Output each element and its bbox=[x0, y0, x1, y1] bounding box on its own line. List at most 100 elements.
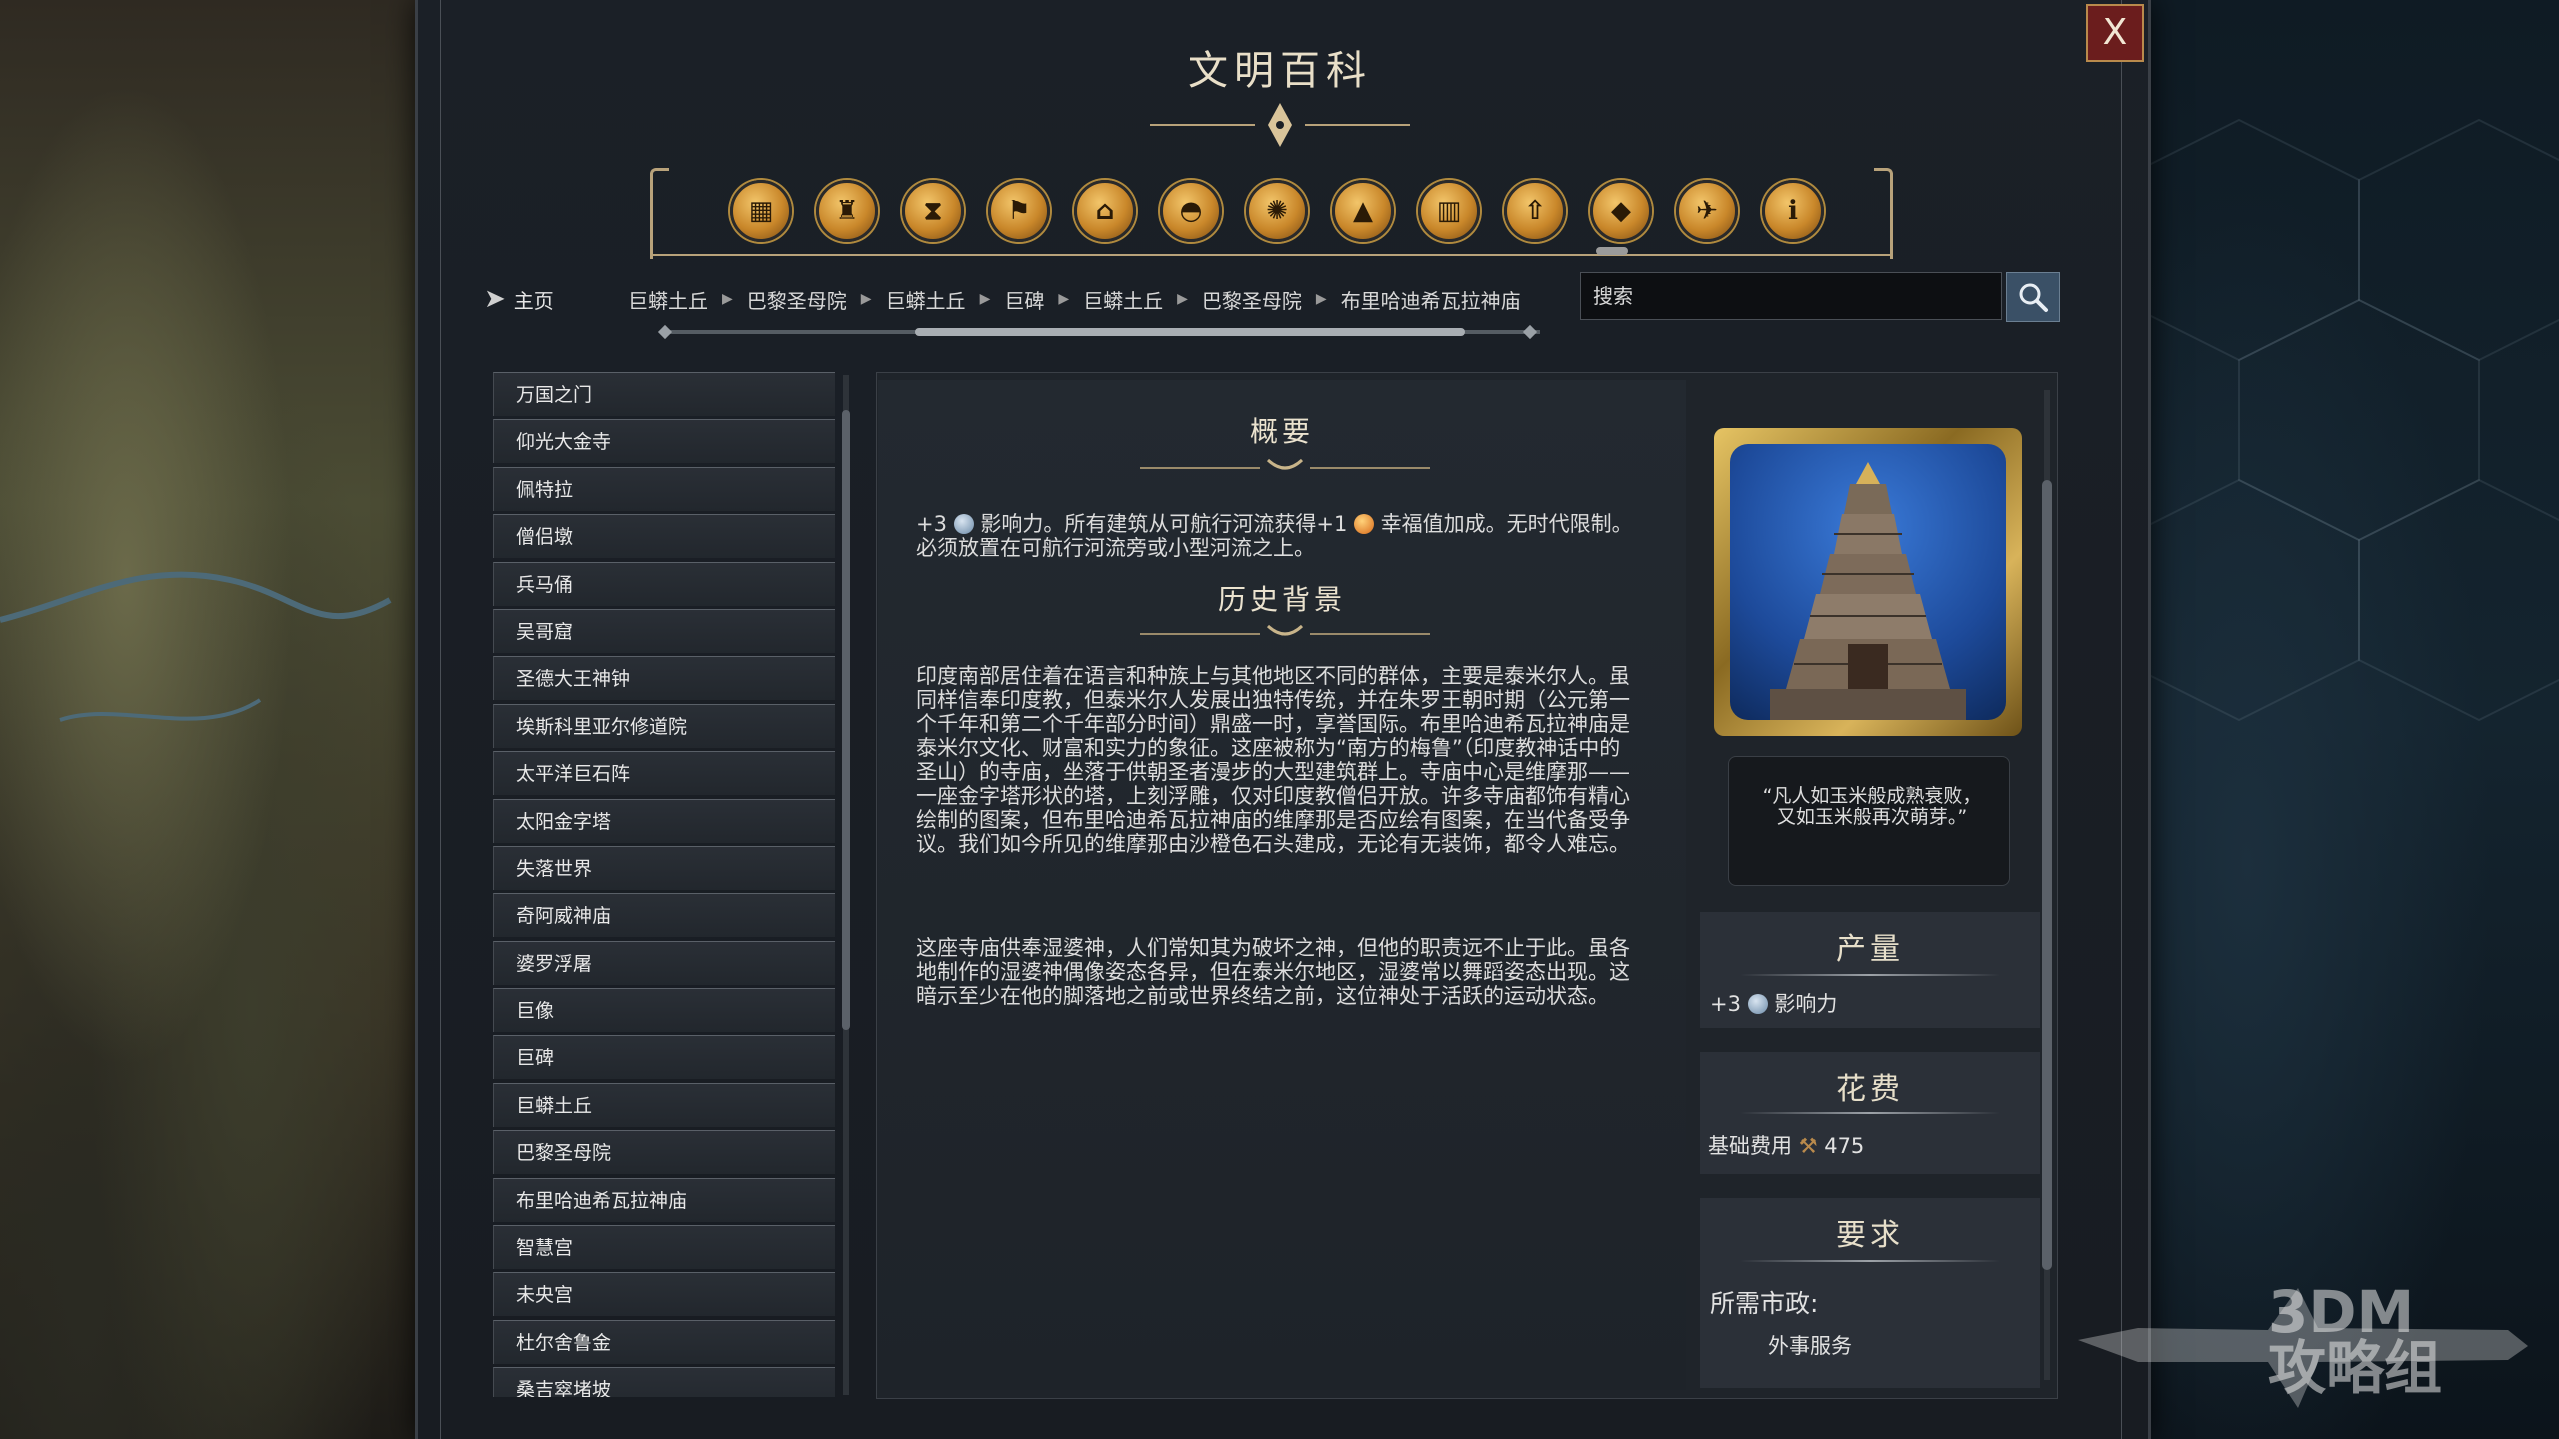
dome-icon[interactable]: ◓ bbox=[1160, 180, 1222, 242]
close-button[interactable]: X bbox=[2086, 4, 2144, 62]
list-item[interactable]: 杜尔舍鲁金 bbox=[493, 1319, 835, 1364]
list-item[interactable]: 布里哈迪希瓦拉神庙 bbox=[493, 1177, 835, 1222]
breadcrumb-item[interactable]: 巨蟒土丘 bbox=[886, 285, 966, 314]
history-title: 历史背景 bbox=[1217, 583, 1346, 616]
list-item[interactable]: 桑吉窣堵坡 bbox=[493, 1367, 835, 1397]
history-paragraph-2: 这座寺庙供奉湿婆神，人们常知其为破坏之神，但他的职责远不止于此。虽各地制作的湿婆… bbox=[916, 936, 1630, 1008]
category-glyph: ✈ bbox=[1696, 196, 1718, 226]
list-item[interactable]: 巨蟒土丘 bbox=[493, 1082, 835, 1127]
great-works-icon[interactable]: ◆ bbox=[1590, 180, 1652, 242]
cost-label: 基础费用 bbox=[1708, 1134, 1792, 1158]
overview-text: +3 影响力。所有建筑从可航行河流获得+1 幸福值加成。无时代限制。必须放置在可… bbox=[916, 512, 1638, 560]
breadcrumb-separator-icon: ▶ bbox=[979, 291, 991, 307]
category-glyph: ▥ bbox=[1436, 196, 1462, 226]
home-label: 主页 bbox=[513, 288, 554, 313]
list-item[interactable]: 巨像 bbox=[493, 988, 835, 1033]
back-arrow-icon: ➤ bbox=[484, 284, 506, 314]
cost-block: 花费 基础费用 ⚒ 475 bbox=[1700, 1052, 2040, 1174]
list-item[interactable]: 未央宫 bbox=[493, 1272, 835, 1317]
category-glyph: ◓ bbox=[1179, 196, 1203, 226]
category-glyph: ▦ bbox=[748, 196, 774, 226]
requirements-label: 所需市政: bbox=[1710, 1289, 1819, 1318]
overview-prefix: +3 bbox=[916, 512, 947, 536]
production-value: +3 bbox=[1710, 992, 1741, 1016]
production-title: 产量 bbox=[1836, 932, 1904, 967]
list-item[interactable]: 仰光大金寺 bbox=[493, 419, 835, 464]
category-glyph: ⧗ bbox=[923, 195, 943, 226]
list-item[interactable]: 僧侣墩 bbox=[493, 514, 835, 559]
upgrade-arrow-icon[interactable]: ⇧ bbox=[1504, 180, 1566, 242]
cost-title: 花费 bbox=[1836, 1072, 1904, 1107]
hourglass-icon[interactable]: ⧗ bbox=[902, 180, 964, 242]
breadcrumb-scrollbar[interactable] bbox=[915, 328, 1465, 336]
breadcrumb-separator-icon: ▶ bbox=[1058, 291, 1070, 307]
breadcrumb-item[interactable]: 巨蟒土丘 bbox=[628, 285, 708, 314]
requirements-title: 要求 bbox=[1836, 1218, 1904, 1253]
breadcrumb-item[interactable]: 巴黎圣母院 bbox=[747, 285, 847, 314]
category-glyph: ⌂ bbox=[1095, 196, 1115, 226]
category-glyph: ✺ bbox=[1266, 196, 1288, 226]
list-item[interactable]: 奇阿威神庙 bbox=[493, 893, 835, 938]
requirements-value: 外事服务 bbox=[1768, 1334, 1852, 1358]
production-block: 产量 +3 影响力 bbox=[1700, 912, 2040, 1028]
list-item[interactable]: 佩特拉 bbox=[493, 466, 835, 511]
wonder-quote: “凡人如玉米般成熟衰败，又如玉米般再次萌芽。” bbox=[1762, 785, 1982, 828]
title-ornament bbox=[1150, 103, 1410, 147]
overview-title: 概要 bbox=[1249, 415, 1314, 448]
home-link[interactable]: ➤ 主页 bbox=[484, 284, 554, 314]
category-glyph: ♜ bbox=[835, 196, 859, 226]
breadcrumb-item[interactable]: 布里哈迪希瓦拉神庙 bbox=[1341, 285, 1521, 314]
requirements-divider bbox=[1740, 1260, 2000, 1262]
production-divider bbox=[1740, 974, 2000, 976]
breadcrumb-separator-icon: ▶ bbox=[1315, 291, 1327, 307]
list-scrollbar[interactable] bbox=[842, 410, 850, 1030]
breadcrumb-item[interactable]: 巨碑 bbox=[1004, 285, 1044, 314]
list-item[interactable]: 埃斯科里亚尔修道院 bbox=[493, 703, 835, 748]
overview-text-part1: 影响力。所有建筑从可航行河流获得+1 bbox=[980, 512, 1348, 536]
crate-icon[interactable]: ▦ bbox=[730, 180, 792, 242]
category-glyph: ⚑ bbox=[1007, 196, 1031, 226]
category-bar-end-right bbox=[1874, 168, 1893, 259]
list-item[interactable]: 吴哥窟 bbox=[493, 608, 835, 653]
category-bar-end-left bbox=[650, 168, 669, 259]
list-item[interactable]: 太阳金字塔 bbox=[493, 798, 835, 843]
city-icon[interactable]: ▥ bbox=[1418, 180, 1480, 242]
dove-icon[interactable]: ✈ bbox=[1676, 180, 1738, 242]
search-input[interactable] bbox=[1580, 272, 2002, 320]
list-item[interactable]: 太平洋巨石阵 bbox=[493, 751, 835, 796]
watermark-line2: 攻略组 bbox=[2268, 1334, 2443, 1402]
list-item[interactable]: 智慧宫 bbox=[493, 1225, 835, 1270]
mountain-icon[interactable]: ▲ bbox=[1332, 180, 1394, 242]
history-ornament bbox=[1140, 624, 1430, 636]
list-item[interactable]: 万国之门 bbox=[493, 372, 835, 416]
category-glyph: ◆ bbox=[1611, 196, 1631, 226]
watermark-text: 3DM 攻略组 bbox=[2268, 1278, 2443, 1402]
info-icon[interactable]: ℹ bbox=[1762, 180, 1824, 242]
breadcrumb-separator-icon: ▶ bbox=[860, 291, 872, 307]
influence-icon bbox=[1747, 994, 1768, 1014]
chalice-icon[interactable]: ♜ bbox=[816, 180, 878, 242]
flag-icon[interactable]: ⚑ bbox=[988, 180, 1050, 242]
watermark-line1: 3DM bbox=[2268, 1278, 2415, 1346]
list-item[interactable]: 婆罗浮屠 bbox=[493, 940, 835, 985]
category-glyph: ▲ bbox=[1353, 196, 1373, 226]
government-building-icon[interactable]: ⌂ bbox=[1074, 180, 1136, 242]
breadcrumb-item[interactable]: 巴黎圣母院 bbox=[1202, 285, 1302, 314]
list-item[interactable]: 巴黎圣母院 bbox=[493, 1130, 835, 1175]
breadcrumb-separator-icon: ▶ bbox=[722, 291, 733, 307]
details-scrollbar[interactable] bbox=[2042, 480, 2052, 1270]
list-item[interactable]: 失落世界 bbox=[493, 845, 835, 890]
list-item[interactable]: 兵马俑 bbox=[493, 561, 835, 606]
cost-value: 475 bbox=[1824, 1134, 1865, 1158]
search-icon bbox=[2019, 283, 2048, 312]
hammer-icon: ⚒ bbox=[1798, 1134, 1818, 1158]
list-item[interactable]: 圣德大王神钟 bbox=[493, 656, 835, 701]
breadcrumb-item[interactable]: 巨蟒土丘 bbox=[1083, 285, 1163, 314]
atom-icon[interactable]: ✺ bbox=[1246, 180, 1308, 242]
amenity-icon bbox=[1354, 514, 1374, 534]
cost-divider bbox=[1740, 1112, 2000, 1114]
search-button[interactable] bbox=[2006, 272, 2060, 322]
production-label: 影响力 bbox=[1774, 992, 1838, 1016]
production-line: +3 影响力 bbox=[1710, 988, 1837, 1018]
list-item[interactable]: 巨碑 bbox=[493, 1035, 835, 1080]
